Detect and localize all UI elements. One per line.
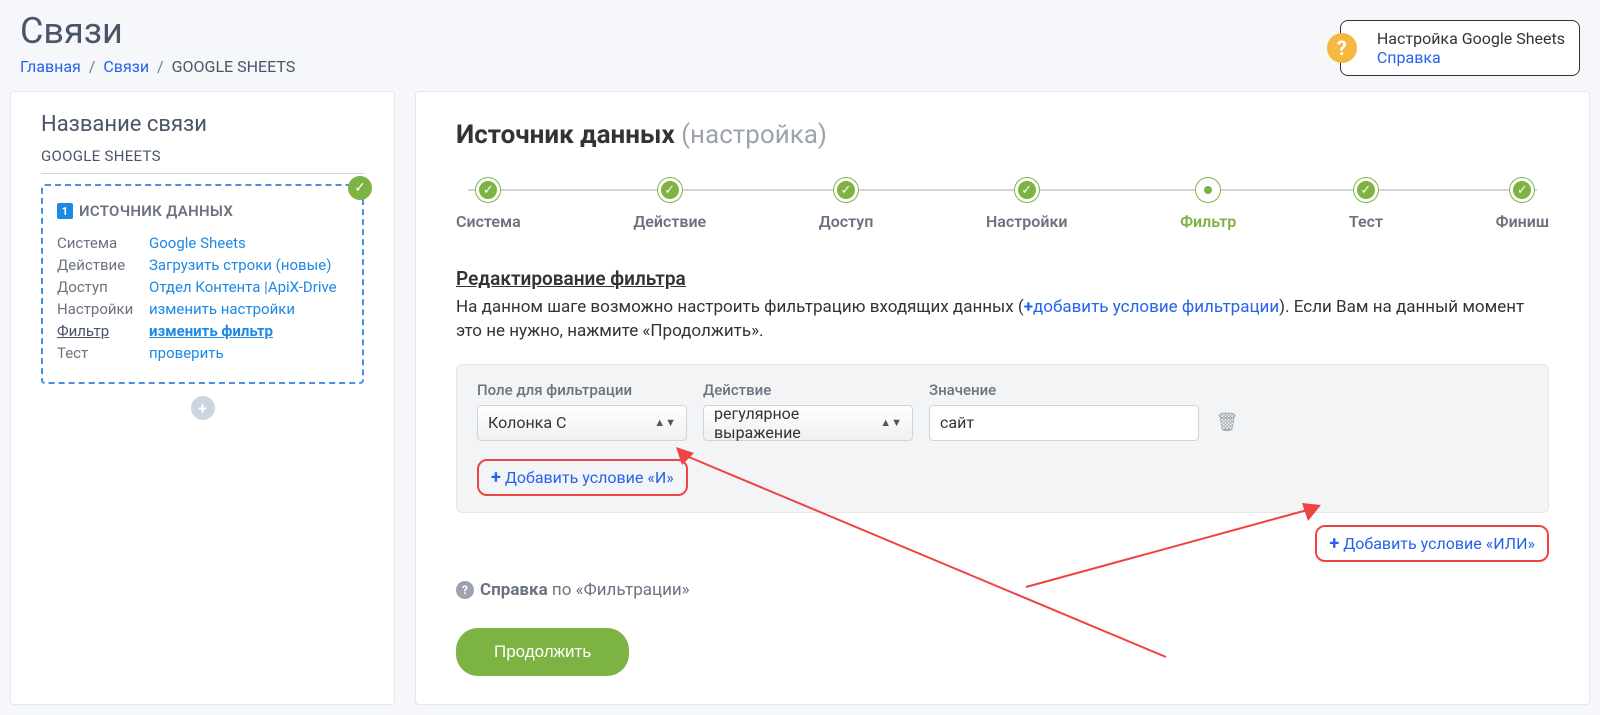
step-тест[interactable]: ✓Тест xyxy=(1349,178,1383,231)
help-badge[interactable]: ? Настройка Google Sheets Справка xyxy=(1340,20,1580,76)
source-row[interactable]: ДоступОтдел Контента |ApiX-Drive xyxy=(57,278,348,296)
plus-icon: + xyxy=(491,467,501,488)
filter-field-select[interactable]: Колонка С ▲▼ xyxy=(477,405,687,441)
help-line: ? Справка по «Фильтрации» xyxy=(456,580,1549,600)
step-dot-icon: ✓ xyxy=(476,178,500,202)
check-icon: ✓ xyxy=(348,176,372,200)
source-row[interactable]: Фильтризменить фильтр xyxy=(57,322,348,340)
breadcrumb-current: GOOGLE SHEETS xyxy=(172,57,296,76)
breadcrumb-home[interactable]: Главная xyxy=(20,57,81,76)
step-dot-icon: ✓ xyxy=(658,178,682,202)
filter-section-title: Редактирование фильтра xyxy=(456,267,1549,290)
chevron-down-icon: ▲▼ xyxy=(880,416,902,429)
help-icon: ? xyxy=(456,581,474,599)
delete-filter-button[interactable]: 🗑 xyxy=(1215,405,1239,441)
step-действие[interactable]: ✓Действие xyxy=(633,178,706,231)
chevron-down-icon: ▲▼ xyxy=(654,416,676,429)
filter-value-label: Значение xyxy=(929,381,1199,399)
continue-button[interactable]: Продолжить xyxy=(456,628,629,676)
breadcrumb-links[interactable]: Связи xyxy=(103,57,149,76)
filter-panel: Поле для фильтрации Колонка С ▲▼ Действи… xyxy=(456,364,1549,513)
sidebar: Название связи GOOGLE SHEETS ✓ 1 ИСТОЧНИ… xyxy=(10,91,395,705)
step-dot-icon xyxy=(1196,178,1220,202)
source-row[interactable]: СистемаGoogle Sheets xyxy=(57,234,348,252)
source-row[interactable]: ДействиеЗагрузить строки (новые) xyxy=(57,256,348,274)
step-доступ[interactable]: ✓Доступ xyxy=(819,178,874,231)
stepper: ✓Система ✓Действие ✓Доступ ✓Настройки Фильтр… xyxy=(456,178,1549,231)
trash-icon: 🗑 xyxy=(1216,412,1239,433)
step-система[interactable]: ✓Система xyxy=(456,178,521,231)
step-настройки[interactable]: ✓Настройки xyxy=(986,178,1068,231)
add-filter-inline-link[interactable]: +добавить условие фильтрации xyxy=(1024,297,1279,317)
filter-field-label: Поле для фильтрации xyxy=(477,381,687,399)
help-badge-link[interactable]: Справка xyxy=(1377,48,1441,67)
filter-action-label: Действие xyxy=(703,381,913,399)
filter-value-input[interactable]: сайт xyxy=(929,405,1199,441)
source-row[interactable]: Тестпроверить xyxy=(57,344,348,362)
filter-section-desc: На данном шаге возможно настроить фильтр… xyxy=(456,296,1549,344)
step-dot-icon: ✓ xyxy=(1015,178,1039,202)
add-destination-button[interactable]: + xyxy=(191,396,215,420)
filter-action-select[interactable]: регулярное выражение ▲▼ xyxy=(703,405,913,441)
step-фильтр[interactable]: Фильтр xyxy=(1180,178,1236,231)
source-box: ✓ 1 ИСТОЧНИК ДАННЫХ СистемаGoogle Sheets… xyxy=(41,184,364,384)
step-dot-icon: ✓ xyxy=(1354,178,1378,202)
sidebar-heading: Название связи xyxy=(41,112,364,137)
source-box-title: 1 ИСТОЧНИК ДАННЫХ xyxy=(57,202,348,220)
source-icon: 1 xyxy=(57,203,73,219)
step-финиш[interactable]: ✓Финиш xyxy=(1496,178,1549,231)
add-or-condition-button[interactable]: + Добавить условие «ИЛИ» xyxy=(1315,525,1549,562)
plus-icon: + xyxy=(1329,533,1339,554)
content-title: Источник данных (настройка) xyxy=(456,120,1549,150)
step-dot-icon: ✓ xyxy=(1510,178,1534,202)
help-badge-title: Настройка Google Sheets xyxy=(1377,29,1565,48)
source-row[interactable]: Настройкиизменить настройки xyxy=(57,300,348,318)
sidebar-subtitle: GOOGLE SHEETS xyxy=(41,147,364,174)
content-panel: Источник данных (настройка) ✓Система✓Дей… xyxy=(415,91,1590,705)
step-dot-icon: ✓ xyxy=(834,178,858,202)
help-icon: ? xyxy=(1327,33,1357,63)
add-and-condition-button[interactable]: + Добавить условие «И» xyxy=(477,459,688,496)
